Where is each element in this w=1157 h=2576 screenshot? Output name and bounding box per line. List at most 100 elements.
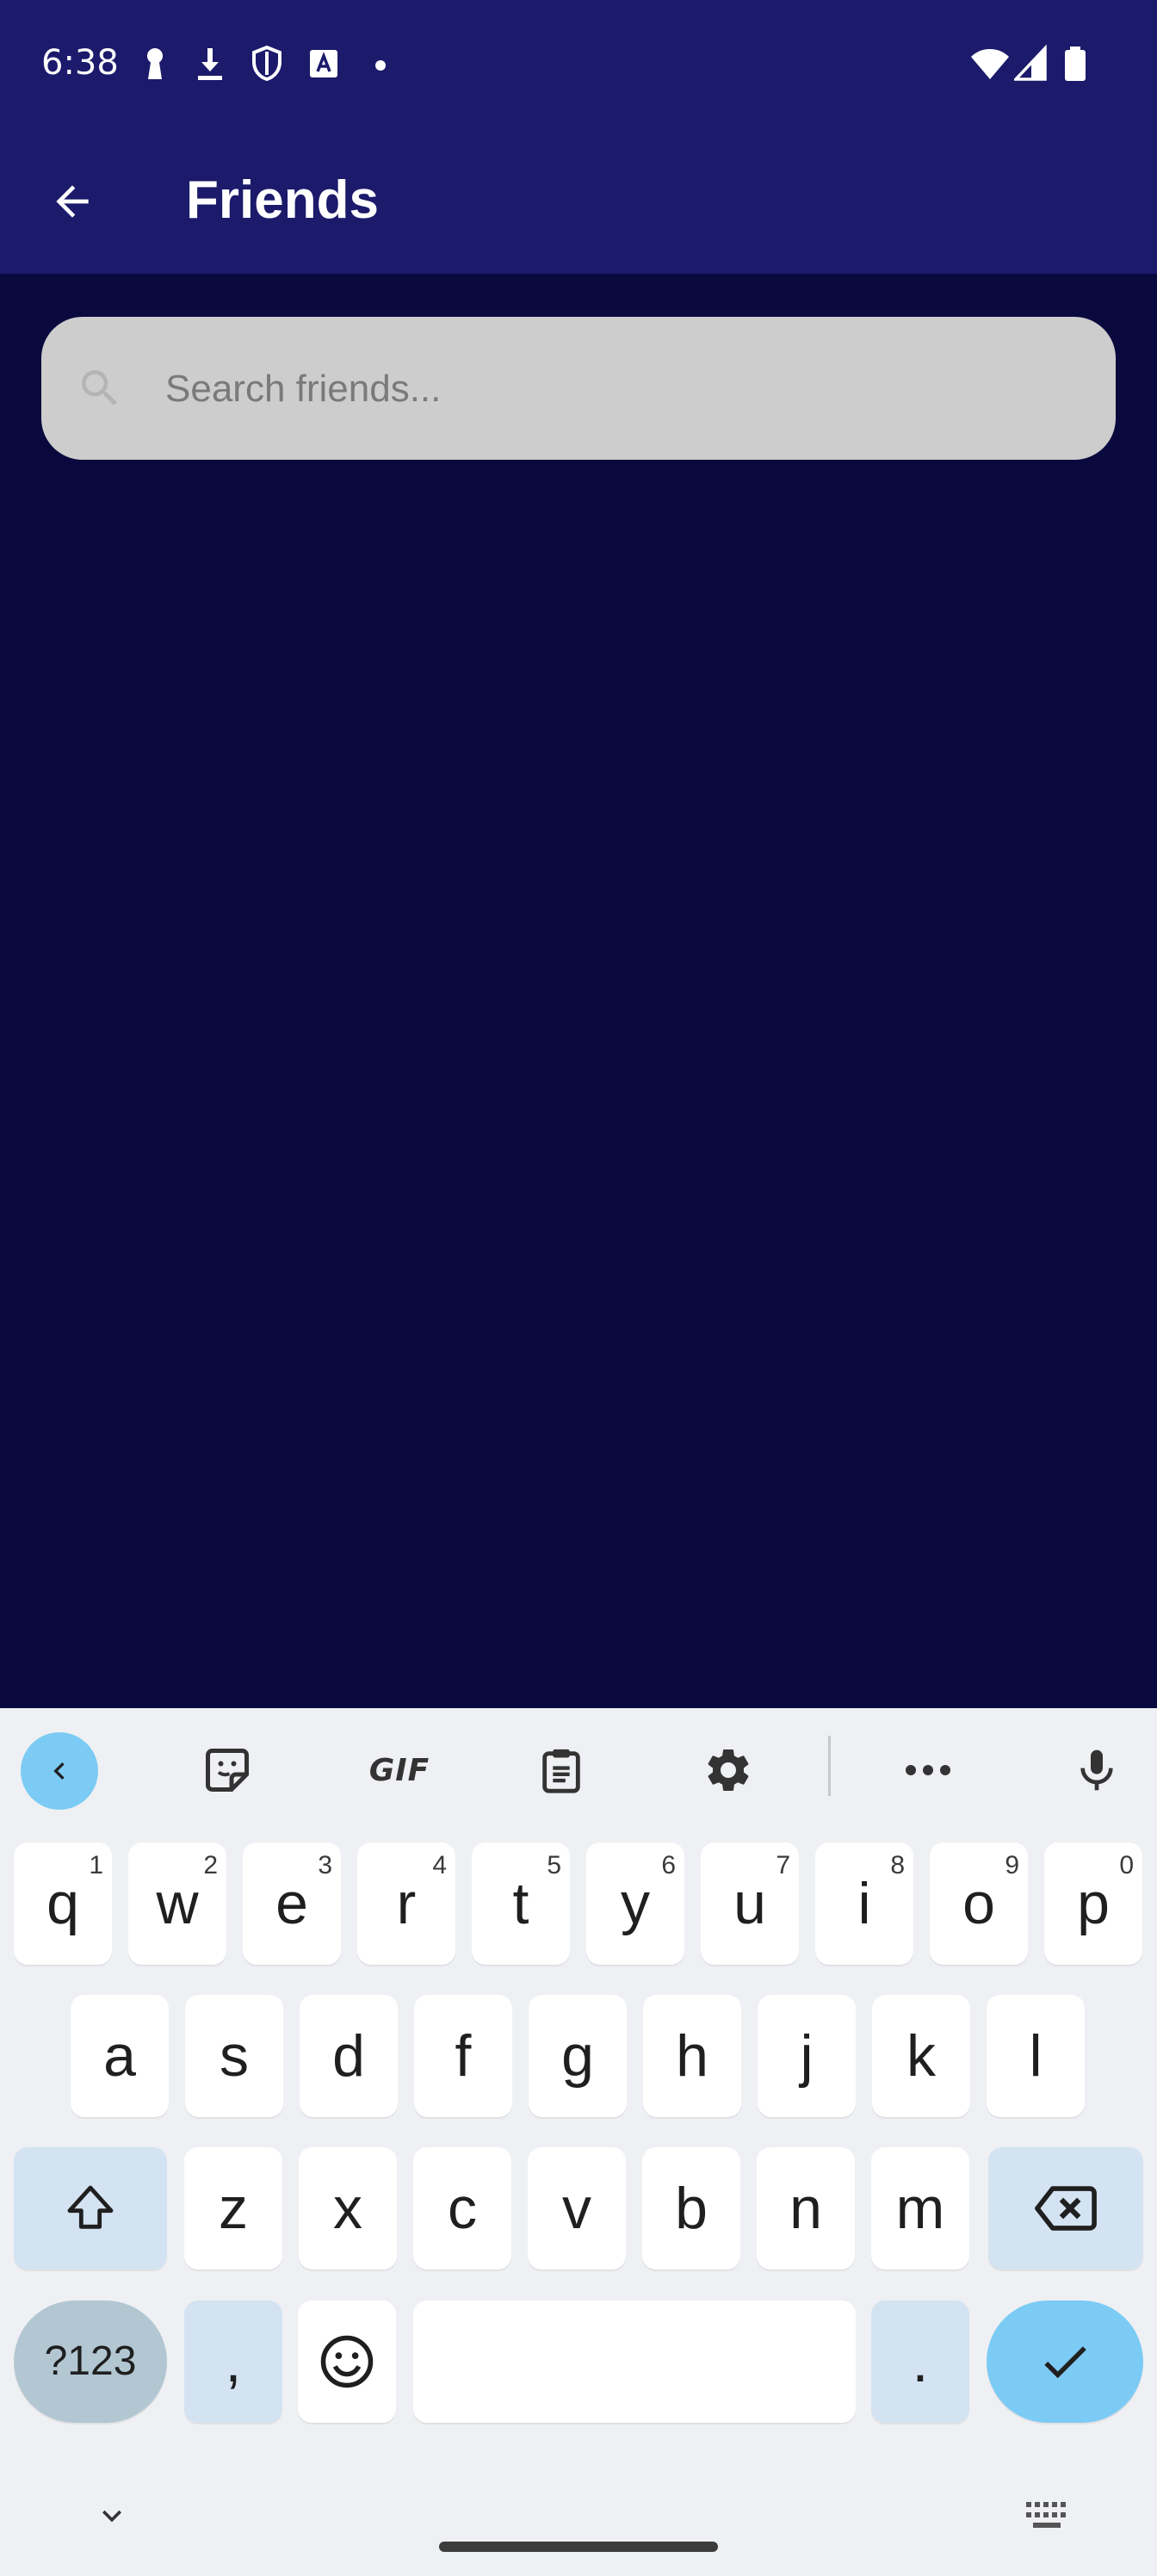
key-label: i <box>857 1871 871 1936</box>
key-n[interactable]: n <box>757 2147 855 2269</box>
search-input[interactable] <box>165 358 1078 420</box>
key-p[interactable]: p0 <box>1044 1842 1142 1965</box>
period-key[interactable]: . <box>871 2300 969 2423</box>
key-h[interactable]: h <box>643 1995 741 2117</box>
clipboard-icon <box>542 1749 580 1793</box>
collapse-toolbar-button[interactable] <box>21 1732 98 1810</box>
key-label: r <box>396 1871 417 1936</box>
key-label: v <box>562 2176 591 2241</box>
key-hint: 9 <box>1005 1851 1019 1879</box>
key-a[interactable]: a <box>71 1995 169 2117</box>
key-u[interactable]: u7 <box>701 1842 799 1965</box>
key-r[interactable]: r4 <box>357 1842 455 1965</box>
key-label: t <box>512 1871 529 1936</box>
search-icon <box>82 370 117 406</box>
backspace-key[interactable] <box>988 2147 1143 2269</box>
key-label: f <box>455 2023 472 2089</box>
key-label: h <box>676 2023 708 2089</box>
period-key-label: . <box>912 2329 929 2394</box>
key-hint: 3 <box>318 1851 332 1879</box>
arrow-back-icon <box>56 185 89 218</box>
key-e[interactable]: e3 <box>243 1842 341 1965</box>
shift-icon <box>67 2185 114 2229</box>
key-label: b <box>675 2176 708 2241</box>
key-hint: 8 <box>890 1851 905 1879</box>
key-g[interactable]: g <box>529 1995 627 2117</box>
text-icon <box>310 50 337 77</box>
dot-icon <box>375 60 386 71</box>
key-l[interactable]: l <box>987 1995 1085 2117</box>
key-y[interactable]: y6 <box>586 1842 684 1965</box>
key-label: w <box>156 1871 199 1936</box>
key-label: o <box>962 1871 995 1936</box>
symbols-key[interactable]: ?123 <box>14 2300 167 2423</box>
gif-button[interactable]: GIF <box>356 1732 442 1808</box>
key-c[interactable]: c <box>413 2147 511 2269</box>
key-z[interactable]: z <box>184 2147 282 2269</box>
key-label: e <box>275 1871 308 1936</box>
shift-key[interactable] <box>14 2147 167 2269</box>
key-label: l <box>1029 2023 1043 2089</box>
key-t[interactable]: t5 <box>472 1842 570 1965</box>
key-label: p <box>1077 1871 1110 1936</box>
key-i[interactable]: i8 <box>815 1842 913 1965</box>
key-label: a <box>103 2023 136 2089</box>
chevron-down-icon[interactable] <box>93 2497 131 2535</box>
more-icon <box>906 1765 950 1775</box>
keyboard-switch-icon[interactable] <box>1024 2500 1069 2531</box>
key-b[interactable]: b <box>642 2147 740 2269</box>
key-hint: 5 <box>547 1851 561 1879</box>
key-j[interactable]: j <box>758 1995 856 2117</box>
sticker-icon <box>206 1749 249 1792</box>
friends-list-area <box>0 274 1157 1708</box>
key-label: n <box>789 2176 822 2241</box>
emoji-icon <box>320 2335 374 2388</box>
key-x[interactable]: x <box>299 2147 397 2269</box>
gif-label: GIF <box>368 1752 430 1788</box>
comma-key-label: , <box>225 2329 242 2394</box>
key-label: s <box>220 2023 249 2089</box>
key-label: k <box>906 2023 936 2089</box>
key-o[interactable]: o9 <box>930 1842 1028 1965</box>
keyboard-settings-button[interactable] <box>690 1732 766 1808</box>
more-options-button[interactable] <box>890 1732 966 1808</box>
key-m[interactable]: m <box>871 2147 969 2269</box>
mic-icon <box>1080 1749 1113 1791</box>
toolbar-divider <box>828 1736 831 1796</box>
search-bar[interactable] <box>41 317 1116 460</box>
key-w[interactable]: w2 <box>128 1842 226 1965</box>
home-gesture-handle[interactable] <box>439 2542 718 2552</box>
voice-input-button[interactable] <box>1059 1732 1135 1808</box>
key-k[interactable]: k <box>872 1995 970 2117</box>
keyboard-toolbar: GIF <box>0 1708 1157 1824</box>
key-hint: 1 <box>89 1851 103 1879</box>
soft-keyboard: GIF q1w2e3r4t5y6 u 7 i 8 o 9 p 0 a s d f… <box>0 1708 1157 2576</box>
key-q[interactable]: q1 <box>14 1842 112 1965</box>
check-icon <box>1044 2346 1086 2379</box>
backspace-icon <box>1035 2186 1097 2231</box>
key-label: x <box>333 2176 362 2241</box>
key-v[interactable]: v <box>528 2147 626 2269</box>
symbols-key-label: ?123 <box>44 2338 137 2384</box>
key-label: g <box>561 2023 594 2089</box>
status-time: 6:38 <box>41 43 119 83</box>
key-label: z <box>219 2176 248 2241</box>
key-hint: 4 <box>432 1851 447 1879</box>
space-key[interactable] <box>413 2300 856 2423</box>
clipboard-button[interactable] <box>523 1732 599 1808</box>
key-label: q <box>46 1871 79 1936</box>
chevron-left-icon <box>53 1762 65 1780</box>
emoji-key[interactable] <box>298 2300 396 2423</box>
sticker-button[interactable] <box>189 1732 265 1808</box>
key-hint: 7 <box>776 1851 790 1879</box>
key-label: m <box>895 2176 945 2241</box>
back-button[interactable] <box>38 167 107 236</box>
status-bar: 6:38 <box>0 0 1157 129</box>
key-s[interactable]: s <box>185 1995 283 2117</box>
keyhole-icon <box>146 47 164 79</box>
comma-key[interactable]: , <box>184 2300 282 2423</box>
wifi-icon <box>971 49 1009 79</box>
key-f[interactable]: f <box>414 1995 512 2117</box>
key-d[interactable]: d <box>300 1995 398 2117</box>
done-key[interactable] <box>987 2300 1143 2423</box>
